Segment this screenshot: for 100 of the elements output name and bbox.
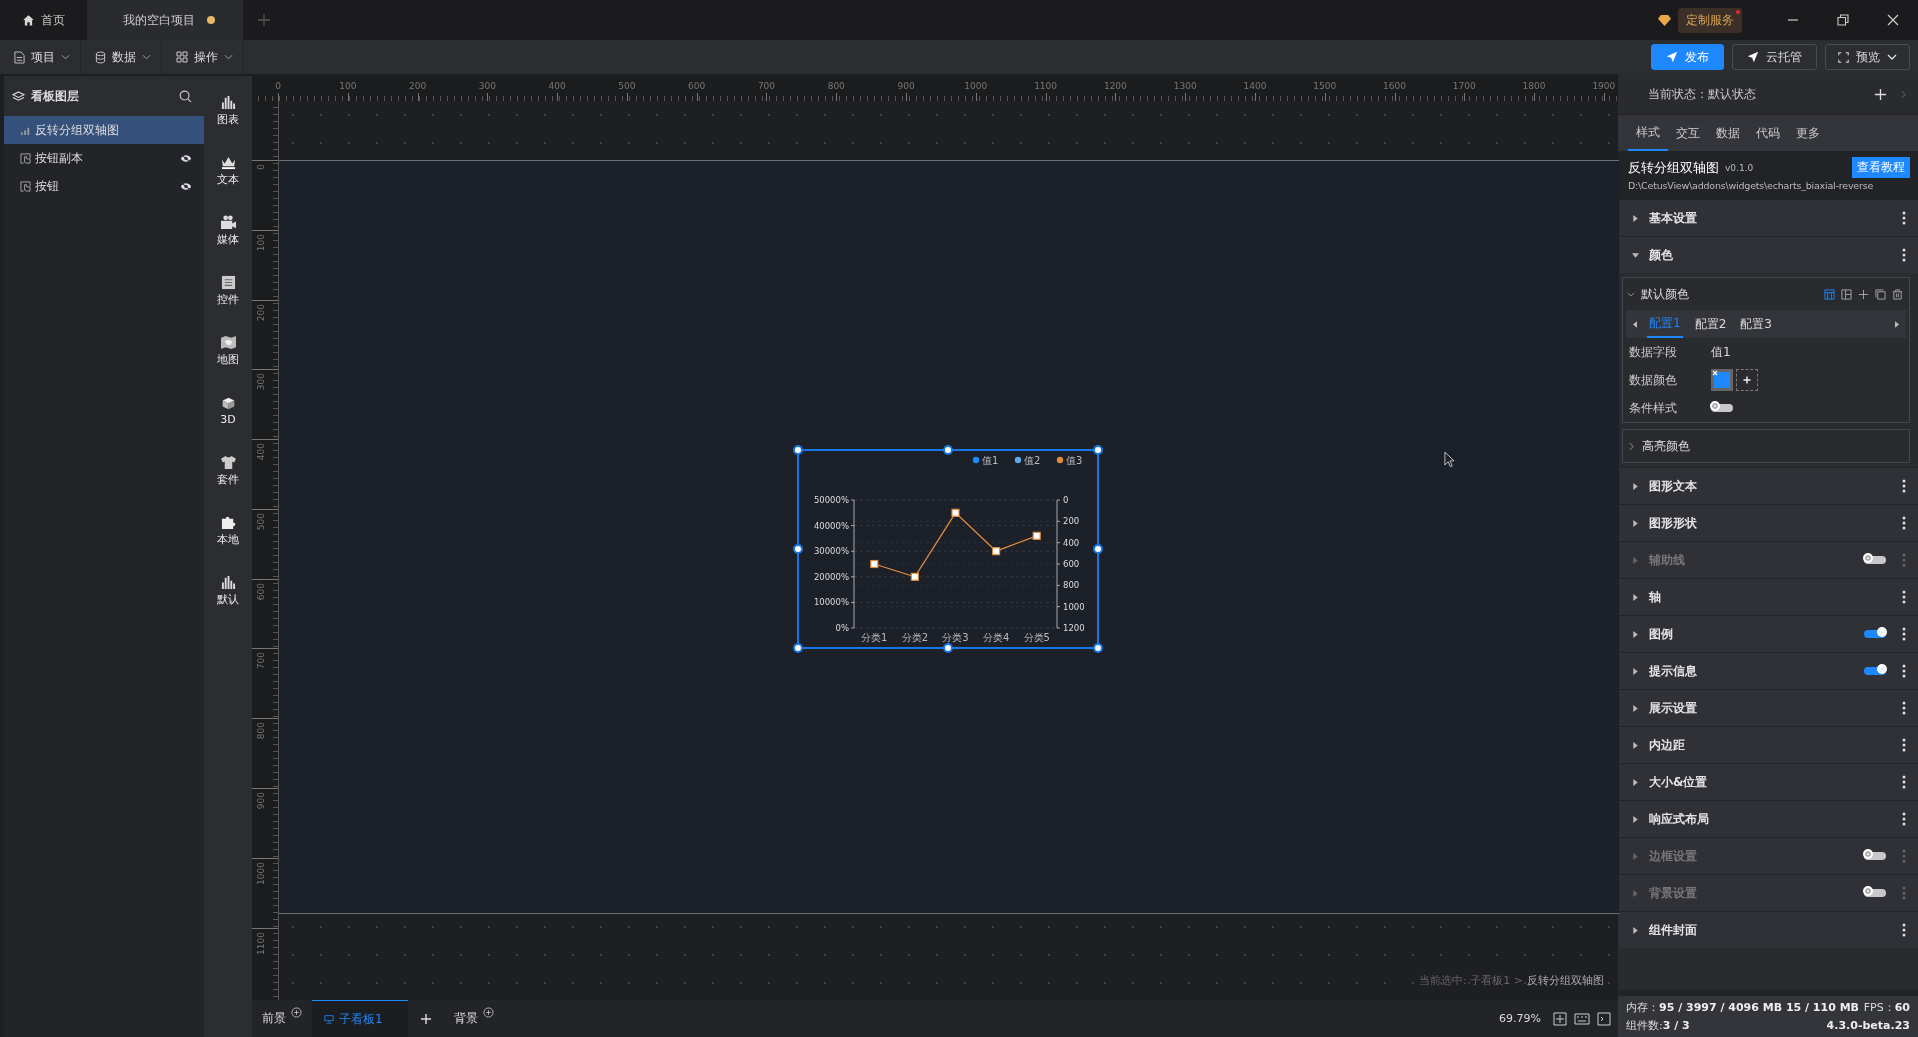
board-tab[interactable]: 子看板1: [312, 1000, 408, 1037]
category-button[interactable]: 图表: [217, 86, 239, 135]
copy-icon[interactable]: [1875, 288, 1886, 300]
more-icon[interactable]: [1902, 664, 1906, 678]
chart-point[interactable]: [992, 547, 1001, 556]
resize-handle[interactable]: [943, 445, 953, 455]
menu-button[interactable]: 操作: [162, 40, 244, 74]
terminal-icon[interactable]: [1597, 1011, 1611, 1026]
toggle-switch[interactable]: [1864, 667, 1886, 675]
category-button[interactable]: 文本: [217, 146, 239, 195]
more-icon[interactable]: [1902, 812, 1906, 826]
category-button[interactable]: 媒体: [217, 206, 239, 255]
settings-section[interactable]: 图形形状: [1618, 504, 1918, 541]
settings-section[interactable]: 图例: [1618, 615, 1918, 652]
add-circle-icon[interactable]: [483, 1007, 494, 1018]
chart-point[interactable]: [910, 572, 919, 581]
settings-section[interactable]: 组件封面: [1618, 911, 1918, 948]
settings-section[interactable]: 图形文本: [1618, 467, 1918, 504]
settings-section[interactable]: 轴: [1618, 578, 1918, 615]
settings-section[interactable]: 展示设置: [1618, 689, 1918, 726]
keyboard-icon[interactable]: [1574, 1012, 1590, 1025]
chart-point[interactable]: [1032, 531, 1041, 540]
more-icon[interactable]: [1902, 923, 1906, 937]
more-icon[interactable]: [1902, 479, 1906, 493]
chevron-right-icon[interactable]: [1629, 441, 1634, 451]
resize-handle[interactable]: [1093, 445, 1103, 455]
caret-left-icon[interactable]: [1632, 320, 1637, 328]
panel-tab[interactable]: 数据: [1708, 115, 1748, 151]
category-button[interactable]: 本地: [217, 506, 239, 555]
restore-icon[interactable]: [1836, 13, 1850, 27]
action-button[interactable]: 云托管: [1732, 44, 1817, 70]
more-icon[interactable]: [1902, 211, 1906, 225]
more-icon[interactable]: [1902, 627, 1906, 641]
more-icon[interactable]: [1902, 590, 1906, 604]
resize-handle[interactable]: [793, 544, 803, 554]
chevron-down-icon[interactable]: [1627, 291, 1635, 297]
settings-section[interactable]: 响应式布局: [1618, 800, 1918, 837]
more-icon[interactable]: [1902, 701, 1906, 715]
panel-tab[interactable]: 代码: [1748, 115, 1788, 151]
toggle-switch[interactable]: [1864, 630, 1886, 638]
resize-handle[interactable]: [793, 445, 803, 455]
category-button[interactable]: 默认: [217, 566, 239, 615]
resize-handle[interactable]: [1093, 544, 1103, 554]
close-icon[interactable]: [1886, 13, 1900, 27]
delete-icon[interactable]: [1892, 288, 1903, 300]
selection-frame[interactable]: [797, 449, 1099, 649]
legend-item[interactable]: 值1: [972, 455, 999, 466]
color-swatch[interactable]: [1714, 372, 1730, 388]
add-icon[interactable]: [1858, 288, 1869, 300]
config-tab[interactable]: 配置2: [1692, 310, 1729, 338]
ruler-label: 1500: [1313, 81, 1337, 91]
board-tab[interactable]: 背景: [444, 1000, 504, 1037]
panel-tab[interactable]: 更多: [1788, 115, 1828, 151]
settings-section[interactable]: 颜色: [1618, 236, 1918, 273]
resize-handle[interactable]: [943, 643, 953, 653]
layer-item[interactable]: 按钮副本: [4, 144, 204, 172]
category-button[interactable]: 套件: [217, 446, 239, 495]
zoom-level[interactable]: 69.79%: [1499, 1012, 1541, 1025]
add-board-icon[interactable]: [420, 1012, 432, 1025]
search-icon[interactable]: [179, 89, 192, 103]
project-tab[interactable]: 首页: [0, 0, 87, 40]
layer-item[interactable]: 按钮: [4, 172, 204, 200]
hidden-eye-icon[interactable]: [180, 153, 192, 163]
legend-item[interactable]: 值3: [1056, 455, 1083, 466]
config-tab[interactable]: 配置1: [1647, 310, 1683, 338]
add-color-button[interactable]: [1736, 369, 1758, 391]
project-tab[interactable]: 我的空白项目: [87, 0, 243, 40]
add-circle-icon[interactable]: [291, 1007, 302, 1018]
menu-button[interactable]: 项目: [0, 40, 81, 74]
more-icon[interactable]: [1902, 248, 1906, 262]
resize-handle[interactable]: [793, 643, 803, 653]
more-icon[interactable]: [1902, 516, 1906, 530]
legend-item[interactable]: 值2: [1014, 455, 1041, 466]
board-tab[interactable]: 前景: [252, 1000, 312, 1037]
layout-icon[interactable]: [1841, 288, 1852, 300]
add-state-icon[interactable]: [1874, 87, 1887, 101]
action-button[interactable]: 预览: [1825, 44, 1910, 70]
service-badge[interactable]: 定制服务: [1678, 7, 1742, 33]
category-button[interactable]: 地图: [217, 326, 239, 375]
settings-section[interactable]: 内边距: [1618, 726, 1918, 763]
chart-point[interactable]: [870, 559, 879, 569]
more-icon[interactable]: [1902, 738, 1906, 752]
chart-point[interactable]: [951, 508, 960, 517]
category-button[interactable]: 3D: [220, 386, 236, 435]
hidden-eye-icon[interactable]: [180, 181, 192, 191]
remove-icon[interactable]: [1712, 370, 1718, 376]
settings-section[interactable]: 基本设置: [1618, 199, 1918, 236]
config-tab[interactable]: 配置3: [1738, 310, 1774, 338]
more-icon[interactable]: [1902, 775, 1906, 789]
fit-screen-icon[interactable]: [1553, 1011, 1567, 1026]
panel-tab[interactable]: 交互: [1668, 115, 1708, 151]
settings-section[interactable]: 大小&位置: [1618, 763, 1918, 800]
settings-section[interactable]: 提示信息: [1618, 652, 1918, 689]
layer-item[interactable]: 反转分组双轴图: [4, 116, 204, 144]
category-button[interactable]: 控件: [217, 266, 239, 315]
toggle-switch[interactable]: [1711, 404, 1733, 412]
caret-right-icon[interactable]: [1895, 320, 1900, 328]
menu-button[interactable]: 数据: [81, 40, 162, 74]
table-icon[interactable]: [1824, 288, 1835, 300]
resize-handle[interactable]: [1093, 643, 1103, 653]
